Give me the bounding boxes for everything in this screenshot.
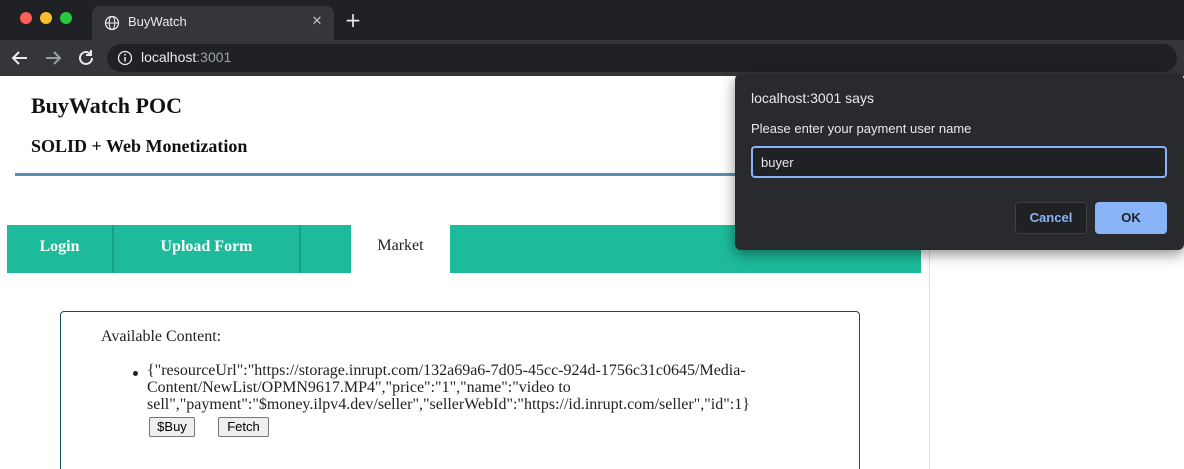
close-tab-icon[interactable]: ✕ <box>308 13 326 31</box>
address-bar[interactable]: localhost:3001 <box>107 44 1177 72</box>
window-close-button[interactable] <box>20 12 32 24</box>
info-icon[interactable] <box>117 50 133 66</box>
nav-market[interactable]: Market <box>351 225 450 273</box>
page-title: BuyWatch POC <box>31 93 182 118</box>
browser-tab[interactable]: BuyWatch ✕ <box>92 6 334 40</box>
cancel-button[interactable]: Cancel <box>1015 202 1087 234</box>
url-text: localhost:3001 <box>141 49 231 65</box>
url-port: :3001 <box>196 49 232 65</box>
nav-login[interactable]: Login <box>7 225 114 273</box>
page-subtitle: SOLID + Web Monetization <box>31 136 248 156</box>
window-zoom-button[interactable] <box>60 12 72 24</box>
back-arrow-icon[interactable] <box>9 47 31 69</box>
fetch-button[interactable]: Fetch <box>218 417 269 437</box>
browser-tab-strip: BuyWatch ✕ + <box>0 0 1184 40</box>
tab-title: BuyWatch <box>128 14 187 29</box>
url-host: localhost <box>141 49 197 65</box>
buy-button[interactable]: $Buy <box>149 417 195 437</box>
dialog-message: Please enter your payment user name <box>751 121 972 136</box>
browser-toolbar: localhost:3001 <box>0 40 1184 76</box>
list-bullet <box>133 371 138 376</box>
reload-icon[interactable] <box>75 47 97 69</box>
globe-icon <box>104 15 120 31</box>
window-minimize-button[interactable] <box>40 12 52 24</box>
new-tab-button[interactable]: + <box>343 10 363 30</box>
forward-arrow-icon[interactable] <box>42 47 64 69</box>
ok-button[interactable]: OK <box>1095 202 1167 234</box>
list-item: {"resourceUrl":"https://storage.inrupt.c… <box>147 362 750 413</box>
prompt-dialog: localhost:3001 says Please enter your pa… <box>735 74 1184 250</box>
available-content-panel: Available Content: {"resourceUrl":"https… <box>60 311 860 469</box>
nav-upload-form[interactable]: Upload Form <box>114 225 301 273</box>
available-content-heading: Available Content: <box>101 328 222 345</box>
payment-username-input[interactable] <box>751 146 1167 178</box>
dialog-title: localhost:3001 says <box>751 90 874 106</box>
